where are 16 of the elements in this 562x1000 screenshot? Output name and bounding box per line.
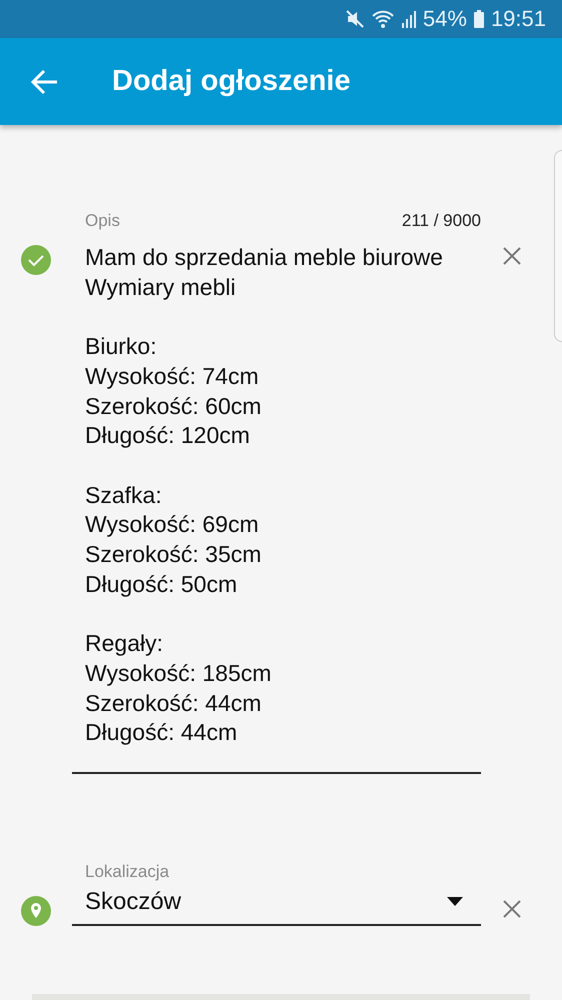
- signal-icon: [400, 9, 417, 29]
- dropdown-caret-icon: [447, 897, 463, 906]
- battery-percent: 54%: [422, 6, 467, 32]
- location-pin-icon: [21, 896, 51, 926]
- character-counter: 211 / 9000: [402, 211, 481, 231]
- clear-button[interactable]: [501, 898, 523, 920]
- clock-time: 19:51: [490, 6, 546, 32]
- field-label: Lokalizacja: [85, 862, 170, 882]
- screen-title: Dodaj ogłoszenie: [112, 65, 350, 98]
- field-label: Opis: [85, 211, 120, 231]
- mute-icon: [344, 9, 365, 29]
- location-select[interactable]: Skoczów: [72, 882, 481, 926]
- clear-button[interactable]: [501, 245, 523, 267]
- wifi-icon: [370, 9, 395, 29]
- battery-icon: [472, 9, 485, 29]
- description-field[interactable]: Mam do sprzedania meble biurowe Wymiary mebli Biurko: Wysokość: 74cm Szerokość: 60cm Długość: 120cm Szafka: Wysokość: 69cm Szerokość: 35cm Długość: 50cm Regały: Wysokość: 185cm Szerokość: 44cm Długość: 44cm: [72, 231, 481, 774]
